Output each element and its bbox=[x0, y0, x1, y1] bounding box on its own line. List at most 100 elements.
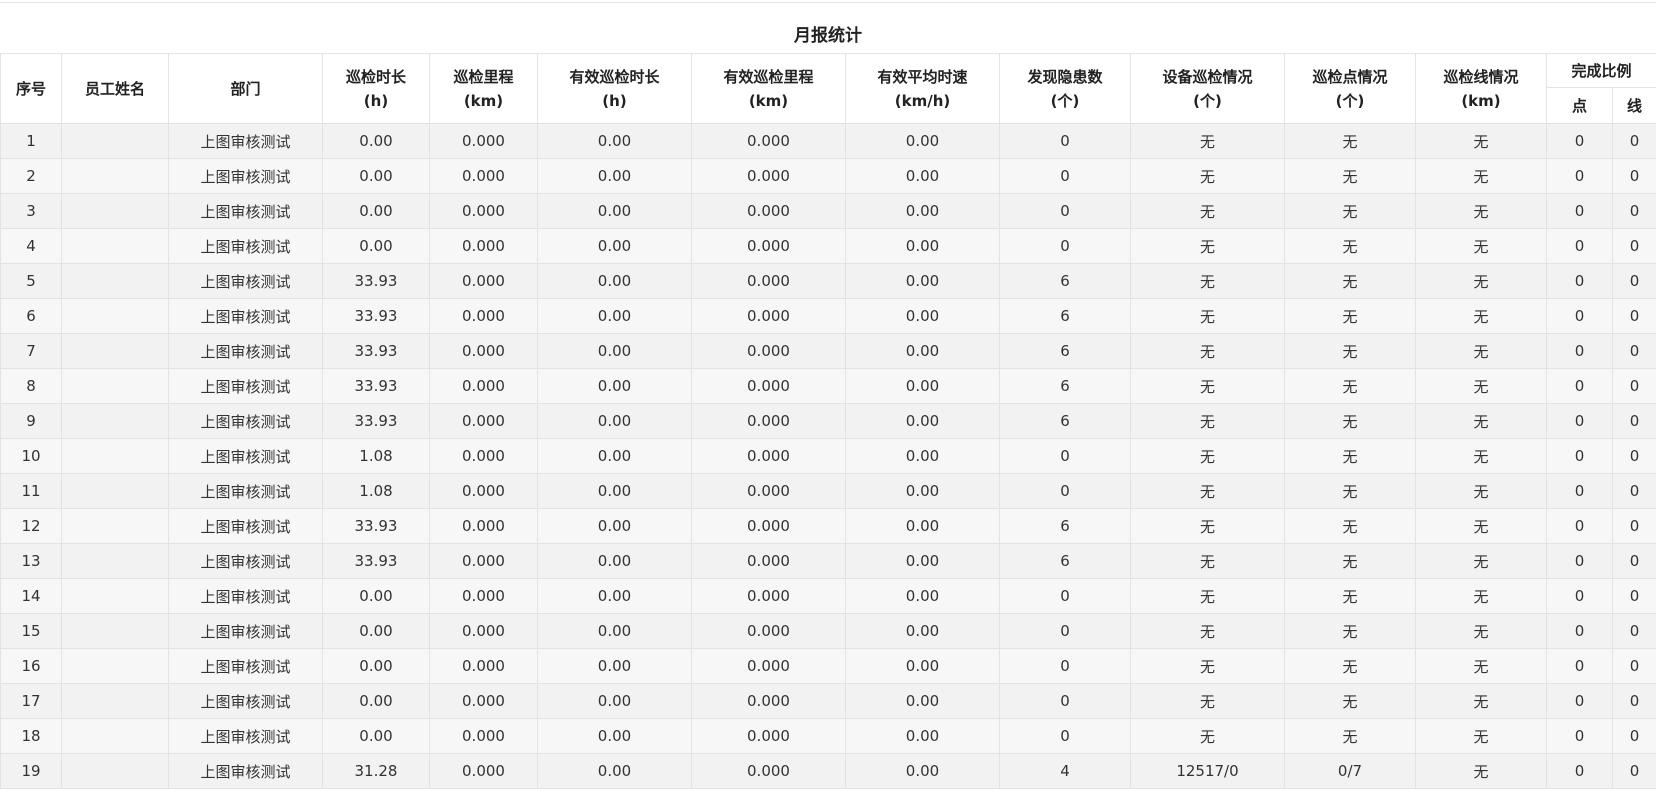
cell-inspection-lines: 无 bbox=[1415, 578, 1547, 614]
cell-ratio-point: 0 bbox=[1546, 263, 1613, 299]
col-header-inspection-points[interactable]: 巡检点情况 (个) bbox=[1284, 53, 1416, 124]
cell-effective-mileage: 0.000 bbox=[691, 228, 846, 264]
cell-duration: 0.00 bbox=[322, 158, 430, 194]
cell-employee-name bbox=[61, 403, 169, 439]
cell-hazards: 6 bbox=[999, 403, 1131, 439]
cell-department: 上图审核测试 bbox=[168, 753, 323, 789]
cell-effective-duration: 0.00 bbox=[537, 543, 692, 579]
cell-ratio-line: 0 bbox=[1611, 578, 1656, 614]
cell-ratio-point: 0 bbox=[1546, 298, 1613, 334]
cell-hazards: 6 bbox=[999, 543, 1131, 579]
cell-mileage: 0.000 bbox=[429, 473, 538, 509]
col-header-department[interactable]: 部门 bbox=[168, 53, 323, 124]
cell-department: 上图审核测试 bbox=[168, 718, 323, 754]
cell-mileage: 0.000 bbox=[429, 193, 538, 229]
cell-employee-name bbox=[61, 508, 169, 544]
cell-mileage: 0.000 bbox=[429, 578, 538, 614]
cell-inspection-points: 无 bbox=[1284, 193, 1416, 229]
cell-effective-mileage: 0.000 bbox=[691, 718, 846, 754]
cell-hazards: 0 bbox=[999, 193, 1131, 229]
col-header-index[interactable]: 序号 bbox=[0, 53, 62, 124]
table-row[interactable]: 13 上图审核测试 33.93 0.000 0.00 0.000 0.00 6 无无无 0 0 bbox=[0, 543, 1656, 579]
cell-ratio-point: 0 bbox=[1546, 403, 1613, 439]
cell-ratio-line: 0 bbox=[1611, 228, 1656, 264]
cell-average-speed: 0.00 bbox=[845, 508, 1000, 544]
col-header-device-inspection-unit: (个) bbox=[1193, 91, 1222, 110]
cell-ratio-point: 0 bbox=[1546, 438, 1613, 474]
cell-hazards: 6 bbox=[999, 263, 1131, 299]
col-header-ratio-line[interactable]: 线 bbox=[1611, 87, 1656, 124]
col-header-device-inspection[interactable]: 设备巡检情况 (个) bbox=[1130, 53, 1285, 124]
cell-hazards: 0 bbox=[999, 683, 1131, 719]
table-row[interactable]: 1 上图审核测试 0.00 0.000 0.00 0.000 0.00 0 无无无 0 0 bbox=[0, 123, 1656, 159]
cell-department: 上图审核测试 bbox=[168, 473, 323, 509]
cell-inspection-lines: 无 bbox=[1415, 403, 1547, 439]
table-row[interactable]: 2 上图审核测试 0.00 0.000 0.00 0.000 0.00 0 无无无 0 0 bbox=[0, 158, 1656, 194]
cell-employee-name bbox=[61, 193, 169, 229]
cell-ratio-line: 0 bbox=[1611, 683, 1656, 719]
cell-inspection-lines: 无 bbox=[1415, 193, 1547, 229]
col-header-inspection-lines-unit: (km) bbox=[1461, 91, 1501, 110]
table-row[interactable]: 3 上图审核测试 0.00 0.000 0.00 0.000 0.00 0 无无无 0 0 bbox=[0, 193, 1656, 229]
col-header-hazards[interactable]: 发现隐患数 (个) bbox=[999, 53, 1131, 124]
cell-index: 11 bbox=[0, 473, 62, 509]
table-row[interactable]: 16 上图审核测试 0.00 0.000 0.00 0.000 0.00 0 无无无 0 0 bbox=[0, 648, 1656, 684]
cell-ratio-line: 0 bbox=[1611, 438, 1656, 474]
cell-mileage: 0.000 bbox=[429, 683, 538, 719]
cell-ratio-line: 0 bbox=[1611, 298, 1656, 334]
table-row[interactable]: 15 上图审核测试 0.00 0.000 0.00 0.000 0.00 0 无无无 0 0 bbox=[0, 613, 1656, 649]
cell-ratio-line: 0 bbox=[1611, 753, 1656, 789]
cell-ratio-line: 0 bbox=[1611, 508, 1656, 544]
cell-average-speed: 0.00 bbox=[845, 473, 1000, 509]
table-row[interactable]: 19 上图审核测试 31.28 0.000 0.00 0.000 0.00 4 12517/0 0… bbox=[0, 753, 1656, 789]
cell-device-inspection: 无 bbox=[1130, 123, 1285, 159]
cell-average-speed: 0.00 bbox=[845, 613, 1000, 649]
table-row[interactable]: 14 上图审核测试 0.00 0.000 0.00 0.000 0.00 0 无无无 0 0 bbox=[0, 578, 1656, 614]
table-row[interactable]: 6 上图审核测试 33.93 0.000 0.00 0.000 0.00 6 无无无 0 0 bbox=[0, 298, 1656, 334]
col-header-mileage[interactable]: 巡检里程 (km) bbox=[429, 53, 538, 124]
col-header-duration[interactable]: 巡检时长 (h) bbox=[322, 53, 430, 124]
col-header-mileage-label: 巡检里程 bbox=[453, 67, 514, 86]
col-header-inspection-lines[interactable]: 巡检线情况 (km) bbox=[1415, 53, 1547, 124]
col-header-effective-mileage-label: 有效巡检里程 bbox=[723, 67, 814, 86]
cell-index: 15 bbox=[0, 613, 62, 649]
col-header-effective-mileage[interactable]: 有效巡检里程 (km) bbox=[691, 53, 846, 124]
cell-duration: 0.00 bbox=[322, 683, 430, 719]
cell-inspection-points: 无 bbox=[1284, 683, 1416, 719]
cell-hazards: 0 bbox=[999, 718, 1131, 754]
col-header-effective-duration[interactable]: 有效巡检时长 (h) bbox=[537, 53, 692, 124]
cell-effective-duration: 0.00 bbox=[537, 578, 692, 614]
cell-ratio-point: 0 bbox=[1546, 228, 1613, 264]
cell-department: 上图审核测试 bbox=[168, 578, 323, 614]
table-row[interactable]: 9 上图审核测试 33.93 0.000 0.00 0.000 0.00 6 无无无 0 0 bbox=[0, 403, 1656, 439]
cell-hazards: 4 bbox=[999, 753, 1131, 789]
cell-average-speed: 0.00 bbox=[845, 753, 1000, 789]
col-header-completion-ratio[interactable]: 完成比例 bbox=[1545, 53, 1656, 88]
cell-ratio-point: 0 bbox=[1546, 193, 1613, 229]
cell-index: 10 bbox=[0, 438, 62, 474]
cell-effective-duration: 0.00 bbox=[537, 718, 692, 754]
table-row[interactable]: 18 上图审核测试 0.00 0.000 0.00 0.000 0.00 0 无无无 0 0 bbox=[0, 718, 1656, 754]
table-row[interactable]: 5 上图审核测试 33.93 0.000 0.00 0.000 0.00 6 无无无 0 0 bbox=[0, 263, 1656, 299]
cell-inspection-points: 0/7 bbox=[1284, 753, 1416, 789]
col-header-inspection-lines-label: 巡检线情况 bbox=[1443, 67, 1519, 86]
cell-employee-name bbox=[61, 753, 169, 789]
cell-hazards: 6 bbox=[999, 368, 1131, 404]
col-header-average-speed[interactable]: 有效平均时速 (km/h) bbox=[845, 53, 1000, 124]
col-header-employee-name[interactable]: 员工姓名 bbox=[61, 53, 169, 124]
table-row[interactable]: 10 上图审核测试 1.08 0.000 0.00 0.000 0.00 0 无无无 0 0 bbox=[0, 438, 1656, 474]
table-row[interactable]: 12 上图审核测试 33.93 0.000 0.00 0.000 0.00 6 无无无 0 0 bbox=[0, 508, 1656, 544]
cell-effective-duration: 0.00 bbox=[537, 648, 692, 684]
cell-effective-mileage: 0.000 bbox=[691, 438, 846, 474]
col-header-ratio-point[interactable]: 点 bbox=[1546, 87, 1613, 124]
cell-duration: 33.93 bbox=[322, 543, 430, 579]
cell-inspection-points: 无 bbox=[1284, 298, 1416, 334]
cell-effective-duration: 0.00 bbox=[537, 438, 692, 474]
table-row[interactable]: 8 上图审核测试 33.93 0.000 0.00 0.000 0.00 6 无无无 0 0 bbox=[0, 368, 1656, 404]
table-row[interactable]: 4 上图审核测试 0.00 0.000 0.00 0.000 0.00 0 无无无 0 0 bbox=[0, 228, 1656, 264]
table-row[interactable]: 11 上图审核测试 1.08 0.000 0.00 0.000 0.00 0 无无无 0 0 bbox=[0, 473, 1656, 509]
table-row[interactable]: 7 上图审核测试 33.93 0.000 0.00 0.000 0.00 6 无无无 0 0 bbox=[0, 333, 1656, 369]
cell-duration: 31.28 bbox=[322, 753, 430, 789]
table-row[interactable]: 17 上图审核测试 0.00 0.000 0.00 0.000 0.00 0 无无无 0 0 bbox=[0, 683, 1656, 719]
cell-ratio-line: 0 bbox=[1611, 263, 1656, 299]
